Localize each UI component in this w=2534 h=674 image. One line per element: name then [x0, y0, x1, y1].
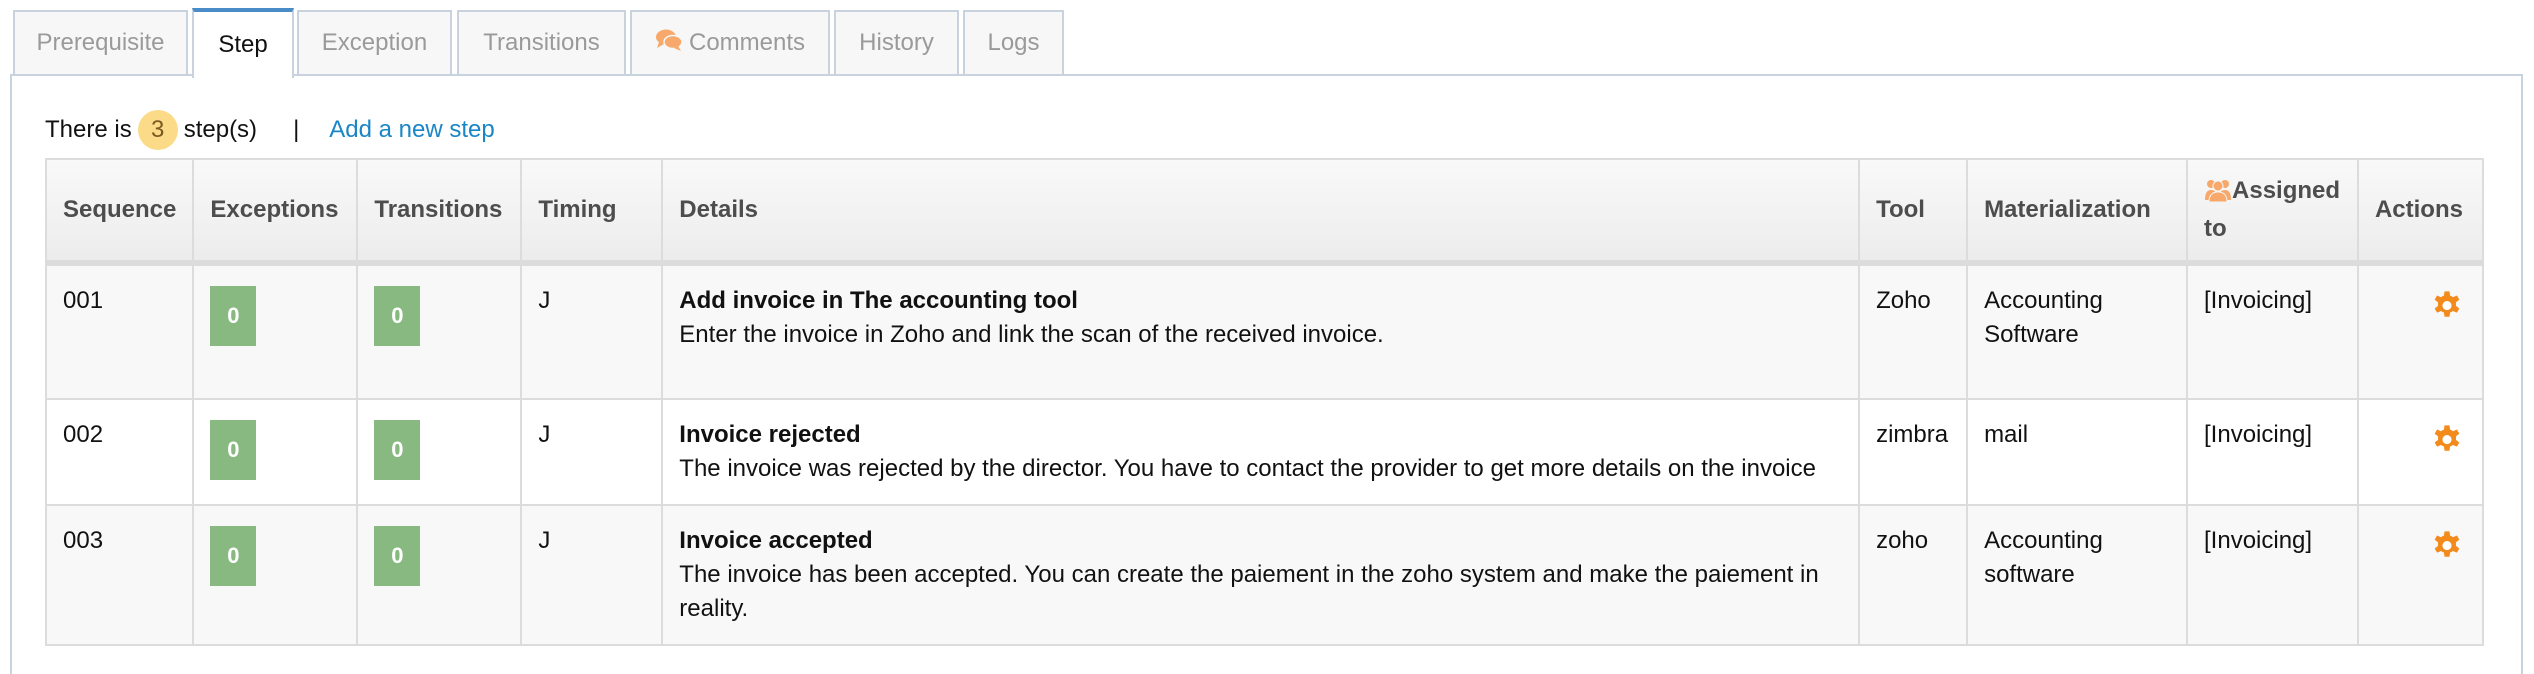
tab-history[interactable]: History: [834, 10, 959, 74]
tab-label: Transitions: [483, 29, 600, 56]
transitions-count-button[interactable]: 0: [374, 526, 421, 586]
assigned-to-cell: [Invoicing]: [2186, 262, 2359, 400]
gear-icon[interactable]: [2430, 290, 2464, 324]
tab-transitions[interactable]: Transitions: [457, 10, 626, 74]
step-title: Invoice accepted: [679, 527, 873, 554]
exceptions-cell: 0: [192, 504, 359, 646]
timing-cell: J: [520, 504, 664, 646]
transitions-cell: 0: [356, 504, 523, 646]
table-row: 003 0 0 J Invoice accepted The invoice h…: [44, 504, 2485, 646]
tab-comments[interactable]: Comments: [630, 10, 830, 74]
materialization-cell: Accounting software: [1966, 504, 2189, 646]
table-header-row: Sequence Exceptions Transitions Timing D…: [44, 158, 2485, 266]
summary-suffix: step(s): [183, 116, 258, 143]
assigned-to-cell: [Invoicing]: [2186, 398, 2359, 506]
column-header-timing[interactable]: Timing: [520, 158, 664, 266]
separator: |: [293, 116, 300, 143]
transitions-cell: 0: [356, 262, 523, 400]
tab-label: Logs: [987, 29, 1040, 56]
tab-label: Exception: [321, 29, 428, 56]
transitions-cell: 0: [356, 398, 523, 506]
column-header-sequence[interactable]: Sequence: [44, 158, 195, 266]
summary-prefix: There is: [45, 116, 132, 143]
gear-icon[interactable]: [2430, 424, 2464, 458]
tab-bar: Prerequisite Step Exception Transitions …: [0, 0, 2534, 78]
actions-cell: [2356, 504, 2485, 646]
tool-cell: zoho: [1858, 504, 1969, 646]
step-description: Enter the invoice in Zoho and link the s…: [679, 321, 1384, 348]
transitions-count-button[interactable]: 0: [374, 420, 421, 480]
materialization-cell: Accounting Software: [1966, 262, 2189, 400]
timing-cell: J: [520, 398, 664, 506]
column-header-tool[interactable]: Tool: [1858, 158, 1969, 266]
tool-cell: Zoho: [1858, 262, 1969, 400]
comments-icon: [655, 28, 683, 59]
details-cell: Invoice rejected The invoice was rejecte…: [661, 398, 1861, 506]
steps-summary: There is 3 step(s) | Add a new step: [45, 110, 495, 150]
step-title: Invoice rejected: [679, 421, 861, 448]
column-header-exceptions[interactable]: Exceptions: [192, 158, 359, 266]
exceptions-count-button[interactable]: 0: [210, 420, 257, 480]
details-cell: Add invoice in The accounting tool Enter…: [661, 262, 1861, 400]
column-header-transitions[interactable]: Transitions: [356, 158, 523, 266]
materialization-cell: mail: [1966, 398, 2189, 506]
sequence-cell: 002: [44, 398, 195, 506]
exceptions-cell: 0: [192, 262, 359, 400]
sequence-cell: 001: [44, 262, 195, 400]
tab-step[interactable]: Step: [192, 8, 294, 78]
tab-label: Step: [218, 31, 268, 58]
sequence-cell: 003: [44, 504, 195, 646]
table-row: 002 0 0 J Invoice rejected The invoice w…: [44, 398, 2485, 506]
column-header-actions: Actions: [2356, 158, 2485, 266]
step-description: The invoice was rejected by the director…: [679, 455, 1816, 482]
tab-label: History: [859, 29, 934, 56]
timing-cell: J: [520, 262, 664, 400]
exceptions-cell: 0: [192, 398, 359, 506]
add-new-step-link[interactable]: Add a new step: [329, 116, 494, 144]
tool-cell: zimbra: [1858, 398, 1969, 506]
tab-logs[interactable]: Logs: [963, 10, 1064, 74]
users-icon: [2204, 178, 2232, 212]
details-cell: Invoice accepted The invoice has been ac…: [661, 504, 1861, 646]
assigned-to-cell: [Invoicing]: [2186, 504, 2359, 646]
actions-cell: [2356, 398, 2485, 506]
tab-exception[interactable]: Exception: [297, 10, 452, 74]
exceptions-count-button[interactable]: 0: [210, 286, 257, 346]
tab-prerequisite[interactable]: Prerequisite: [13, 10, 188, 74]
actions-cell: [2356, 262, 2485, 400]
table-row: 001 0 0 J Add invoice in The accounting …: [44, 262, 2485, 400]
exceptions-count-button[interactable]: 0: [210, 526, 257, 586]
gear-icon[interactable]: [2430, 530, 2464, 564]
step-description: The invoice has been accepted. You can c…: [679, 561, 1819, 622]
column-header-details[interactable]: Details: [661, 158, 1861, 266]
column-header-materialization[interactable]: Materialization: [1966, 158, 2189, 266]
step-title: Add invoice in The accounting tool: [679, 287, 1078, 314]
transitions-count-button[interactable]: 0: [374, 286, 421, 346]
tab-label: Prerequisite: [36, 29, 165, 56]
tab-label: Comments: [688, 29, 806, 56]
steps-table: Sequence Exceptions Transitions Timing D…: [44, 158, 2485, 646]
column-header-assigned-to[interactable]: Assigned to: [2186, 158, 2359, 266]
step-count-badge: 3: [137, 110, 178, 150]
